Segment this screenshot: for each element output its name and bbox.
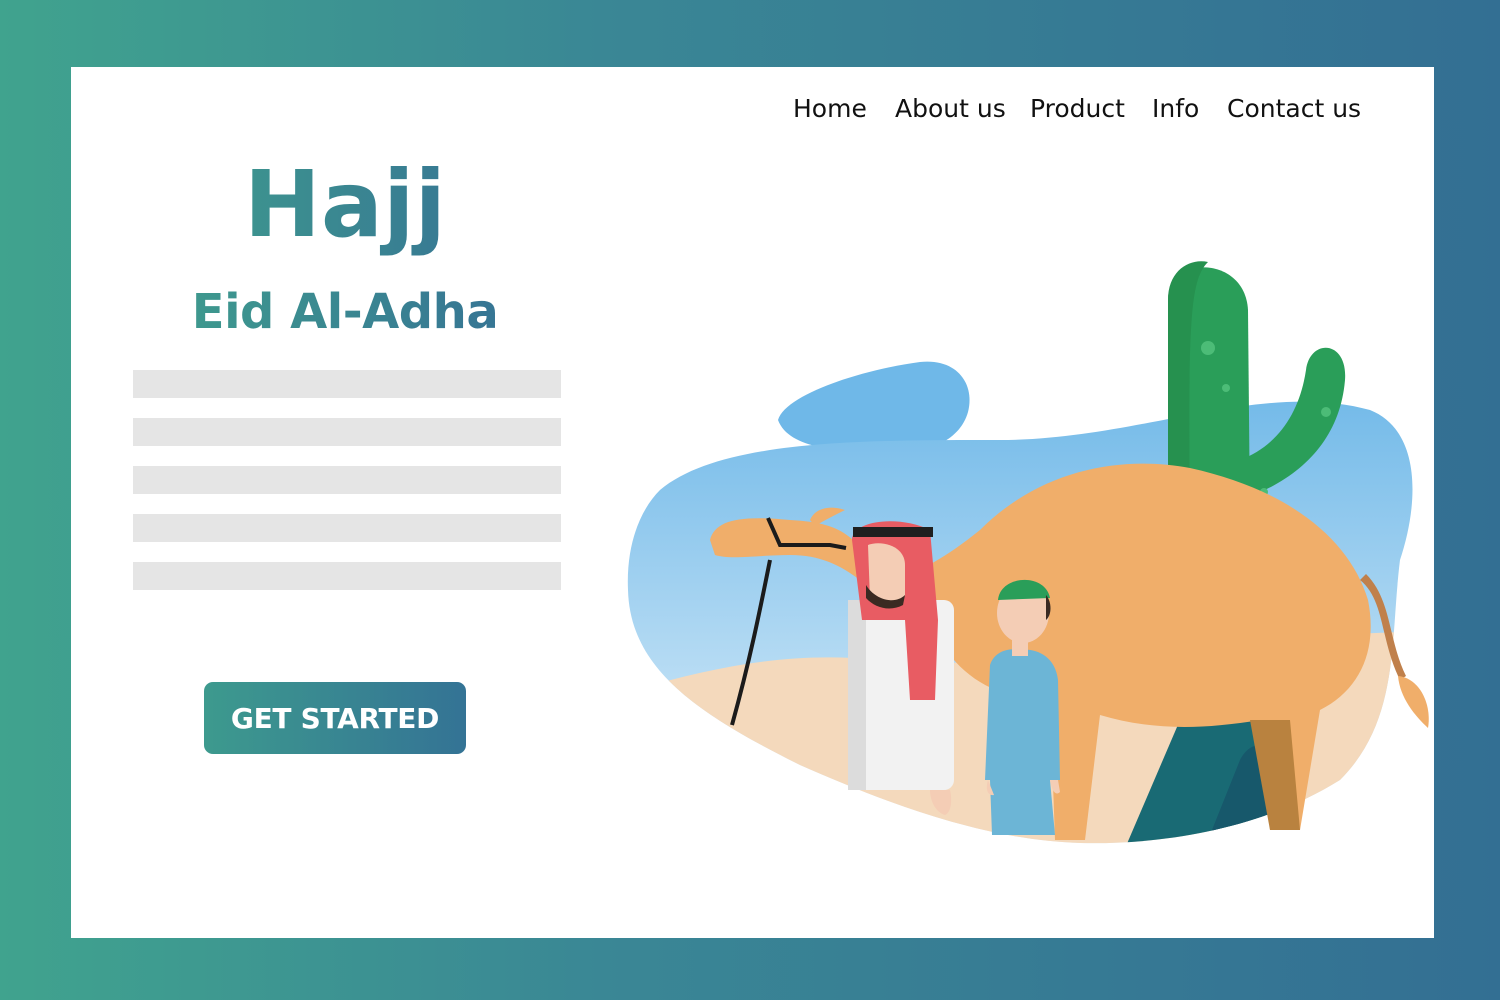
page-subtitle: Eid Al-Adha [140,280,550,344]
page-title: Hajj [150,150,540,260]
text-placeholder-line [133,514,561,542]
cloud-icon [778,361,970,452]
hajj-illustration [627,261,1429,844]
top-navigation: Home About us Product Info Contact us [0,92,1500,128]
nav-info[interactable]: Info [1152,92,1199,126]
get-started-button[interactable]: GET STARTED [204,682,466,754]
nav-home[interactable]: Home [793,92,867,126]
nav-about-us[interactable]: About us [895,92,1006,126]
text-placeholder-line [133,562,561,590]
text-placeholder-line [133,466,561,494]
nav-product[interactable]: Product [1030,92,1125,126]
text-placeholder-line [133,370,561,398]
text-placeholder-line [133,418,561,446]
nav-contact-us[interactable]: Contact us [1227,92,1361,126]
